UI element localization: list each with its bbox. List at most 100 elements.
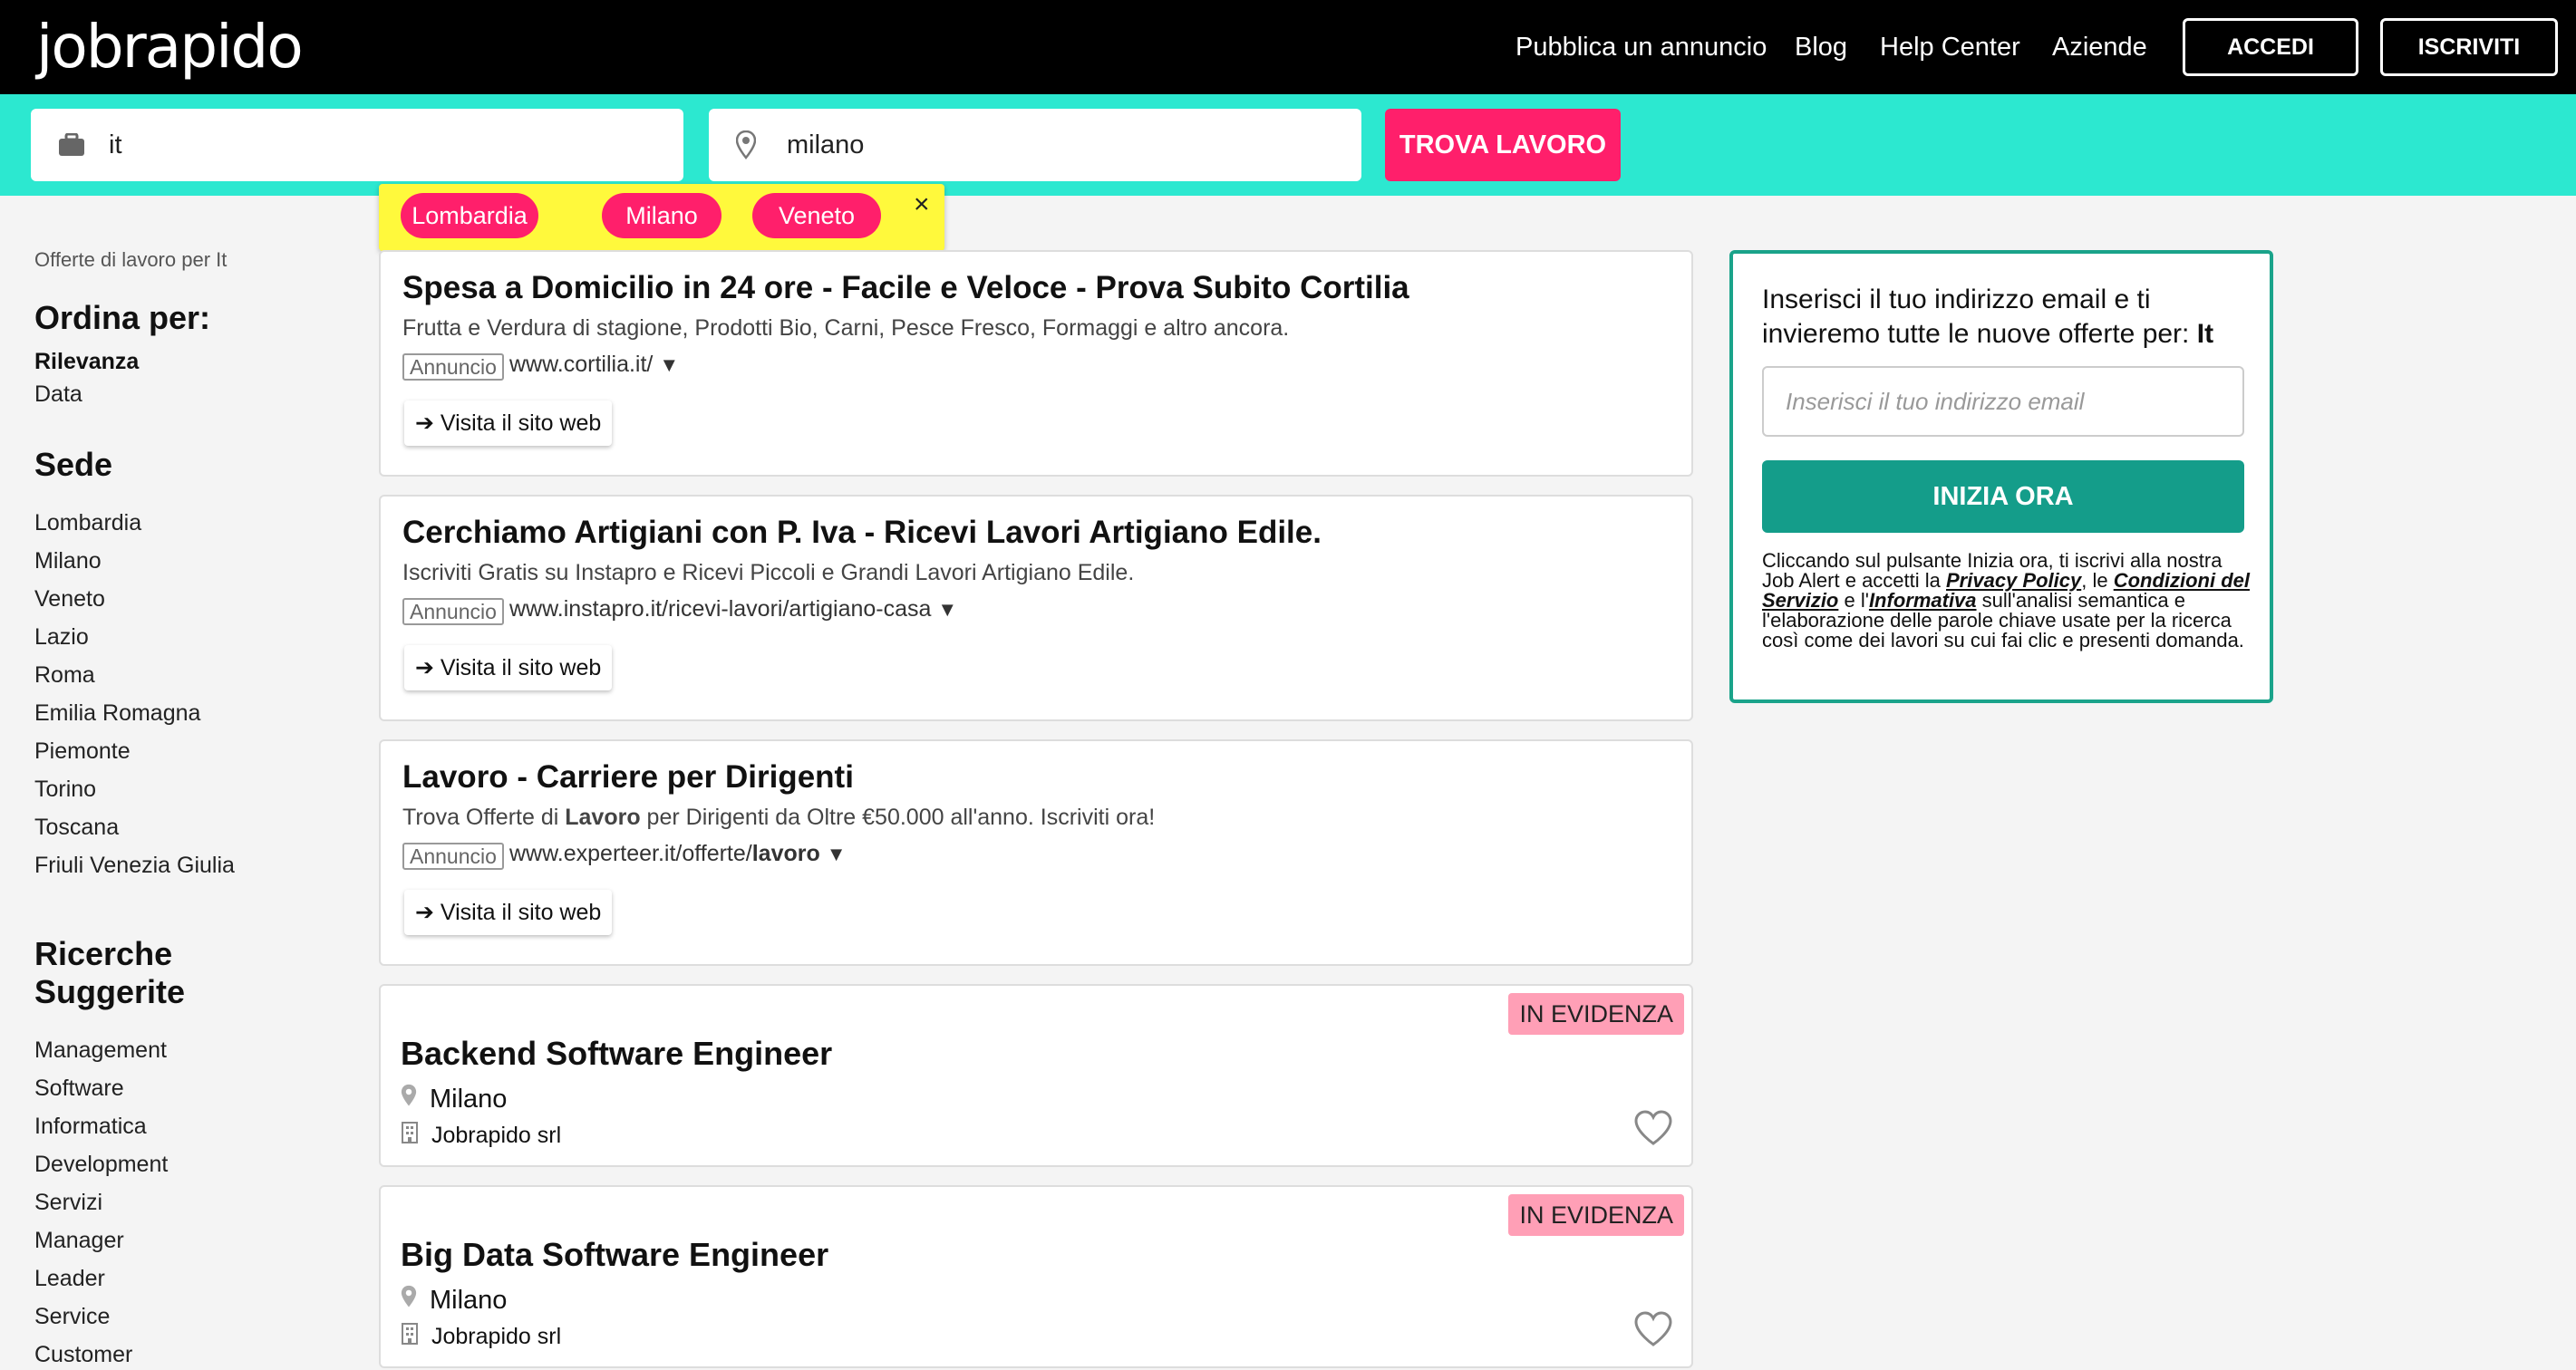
job-title[interactable]: Big Data Software Engineer xyxy=(401,1236,828,1274)
keyword-field[interactable]: it xyxy=(31,109,683,181)
visit-website-button[interactable]: ➔ Visita il sito web xyxy=(404,645,613,690)
suggested-searches-heading-2: Suggerite xyxy=(34,973,186,1010)
search-bar: it milano TROVA LAVORO xyxy=(0,94,2576,196)
nav-link-companies[interactable]: Aziende xyxy=(2052,27,2147,67)
ad-title[interactable]: Lavoro - Carriere per Dirigenti xyxy=(402,759,854,796)
suggested-search-item[interactable]: Servizi xyxy=(34,1189,102,1216)
nav-link-blog[interactable]: Blog xyxy=(1795,27,1847,67)
caret-down-icon: ▼ xyxy=(659,353,680,376)
location-filter-item[interactable]: Piemonte xyxy=(34,738,131,765)
job-company: Jobrapido srl xyxy=(401,1323,561,1351)
suggestion-chip-lombardia[interactable]: Lombardia xyxy=(401,193,538,238)
ad-title[interactable]: Spesa a Domicilio in 24 ore - Facile e V… xyxy=(402,270,1409,306)
keyword-value[interactable]: it xyxy=(109,130,122,160)
job-alert-keyword: It xyxy=(2196,319,2214,349)
location-filter-item[interactable]: Emilia Romagna xyxy=(34,699,200,727)
job-company: Jobrapido srl xyxy=(401,1122,561,1150)
building-icon xyxy=(401,1323,419,1351)
ad-description: Iscriviti Gratis su Instapro e Ricevi Pi… xyxy=(402,560,1135,585)
caret-down-icon: ▼ xyxy=(937,598,958,621)
login-button[interactable]: ACCEDI xyxy=(2183,18,2358,76)
suggested-search-item[interactable]: Software xyxy=(34,1075,124,1102)
job-location-text: Milano xyxy=(430,1285,508,1315)
ad-url[interactable]: www.cortilia.it/ ▼ xyxy=(509,352,679,378)
location-pin-icon xyxy=(401,1285,417,1316)
visit-website-button[interactable]: ➔ Visita il sito web xyxy=(404,890,613,935)
featured-badge: IN EVIDENZA xyxy=(1508,993,1684,1035)
job-alert-message: Inserisci il tuo indirizzo email e ti in… xyxy=(1762,285,2197,349)
ad-url[interactable]: www.experteer.it/offerte/lavoro ▼ xyxy=(509,841,847,867)
location-filter-item[interactable]: Friuli Venezia Giulia xyxy=(34,852,235,879)
job-alert-box: Inserisci il tuo indirizzo email e ti in… xyxy=(1729,250,2273,703)
job-location-text: Milano xyxy=(430,1084,508,1114)
location-filter-item[interactable]: Veneto xyxy=(34,585,105,613)
location-suggestions-popup: Lombardia Milano Veneto × xyxy=(379,184,944,251)
sponsored-ad-card: Spesa a Domicilio in 24 ore - Facile e V… xyxy=(379,250,1693,477)
ad-description: Frutta e Verdura di stagione, Prodotti B… xyxy=(402,315,1290,341)
job-card[interactable]: IN EVIDENZA Big Data Software Engineer M… xyxy=(379,1185,1693,1368)
ad-label: Annuncio xyxy=(402,353,504,381)
suggested-search-item[interactable]: Leader xyxy=(34,1265,105,1292)
nav-link-help-center[interactable]: Help Center xyxy=(1880,27,2020,67)
suggested-search-item[interactable]: Development xyxy=(34,1151,168,1178)
job-location: Milano xyxy=(401,1285,507,1316)
location-pin-icon xyxy=(401,1084,417,1114)
ad-description: Trova Offerte di Lavoro per Dirigenti da… xyxy=(402,805,1155,831)
suggested-searches-heading: Ricerche xyxy=(34,935,173,972)
find-jobs-button[interactable]: TROVA LAVORO xyxy=(1385,109,1621,181)
legal-notice: Cliccando sul pulsante Inizia ora, ti is… xyxy=(1762,551,2252,651)
sponsored-ad-card: Cerchiamo Artigiani con P. Iva - Ricevi … xyxy=(379,495,1693,721)
ad-title[interactable]: Cerchiamo Artigiani con P. Iva - Ricevi … xyxy=(402,515,1322,551)
job-company-text: Jobrapido srl xyxy=(431,1123,562,1148)
location-pin-icon xyxy=(736,130,772,159)
location-filter-item[interactable]: Torino xyxy=(34,776,96,803)
location-filter-item[interactable]: Lombardia xyxy=(34,509,141,536)
ad-url-text: www.instapro.it/ricevi-lavori/artigiano-… xyxy=(509,596,932,622)
ad-desc-part: per Dirigenti da Oltre €50.000 all'anno.… xyxy=(640,805,1156,830)
suggestion-chip-veneto[interactable]: Veneto xyxy=(752,193,881,238)
sort-heading: Ordina per: xyxy=(34,299,211,336)
jobrapido-logo[interactable]: jobrapido xyxy=(36,9,304,85)
ad-label: Annuncio xyxy=(402,598,504,625)
sort-option-date[interactable]: Data xyxy=(34,381,82,408)
job-card[interactable]: IN EVIDENZA Backend Software Engineer Mi… xyxy=(379,984,1693,1167)
ad-url-keyword: lavoro xyxy=(751,841,820,866)
job-location: Milano xyxy=(401,1084,507,1114)
ad-desc-keyword: Lavoro xyxy=(565,805,641,830)
briefcase-icon xyxy=(58,133,94,157)
email-input[interactable] xyxy=(1762,366,2244,437)
location-filter-item[interactable]: Toscana xyxy=(34,814,119,841)
featured-badge: IN EVIDENZA xyxy=(1508,1194,1684,1236)
suggested-search-item[interactable]: Informatica xyxy=(34,1113,147,1140)
top-navigation-bar: jobrapido Pubblica un annuncio Blog Help… xyxy=(0,0,2576,94)
caret-down-icon: ▼ xyxy=(826,843,847,865)
location-value[interactable]: milano xyxy=(787,130,864,160)
job-title[interactable]: Backend Software Engineer xyxy=(401,1035,832,1073)
ad-label: Annuncio xyxy=(402,843,504,870)
location-heading: Sede xyxy=(34,446,113,483)
job-alert-text: Inserisci il tuo indirizzo email e ti in… xyxy=(1762,283,2252,352)
signup-button[interactable]: ISCRIVITI xyxy=(2380,18,2558,76)
visit-website-button[interactable]: ➔ Visita il sito web xyxy=(404,400,613,446)
heart-icon[interactable] xyxy=(1633,1311,1673,1352)
ad-url[interactable]: www.instapro.it/ricevi-lavori/artigiano-… xyxy=(509,596,957,622)
suggested-search-item[interactable]: Customer xyxy=(34,1341,132,1368)
location-filter-item[interactable]: Milano xyxy=(34,547,102,574)
building-icon xyxy=(401,1122,419,1150)
results-caption: Offerte di lavoro per It xyxy=(34,248,228,271)
location-field[interactable]: milano xyxy=(709,109,1361,181)
close-icon[interactable]: × xyxy=(914,189,930,220)
location-filter-item[interactable]: Lazio xyxy=(34,623,89,651)
sort-option-relevance[interactable]: Rilevanza xyxy=(34,348,139,375)
ad-desc-part: Trova Offerte di xyxy=(402,805,566,830)
suggested-search-item[interactable]: Service xyxy=(34,1303,110,1330)
location-filter-item[interactable]: Roma xyxy=(34,661,95,689)
sponsored-ad-card: Lavoro - Carriere per Dirigenti Trova Of… xyxy=(379,739,1693,966)
suggestion-chip-milano[interactable]: Milano xyxy=(602,193,721,238)
suggested-search-item[interactable]: Management xyxy=(34,1037,167,1064)
nav-link-post-ad[interactable]: Pubblica un annuncio xyxy=(1516,27,1767,67)
heart-icon[interactable] xyxy=(1633,1110,1673,1151)
suggested-search-item[interactable]: Manager xyxy=(34,1227,124,1254)
start-now-button[interactable]: INIZIA ORA xyxy=(1762,460,2244,533)
job-company-text: Jobrapido srl xyxy=(431,1324,562,1349)
